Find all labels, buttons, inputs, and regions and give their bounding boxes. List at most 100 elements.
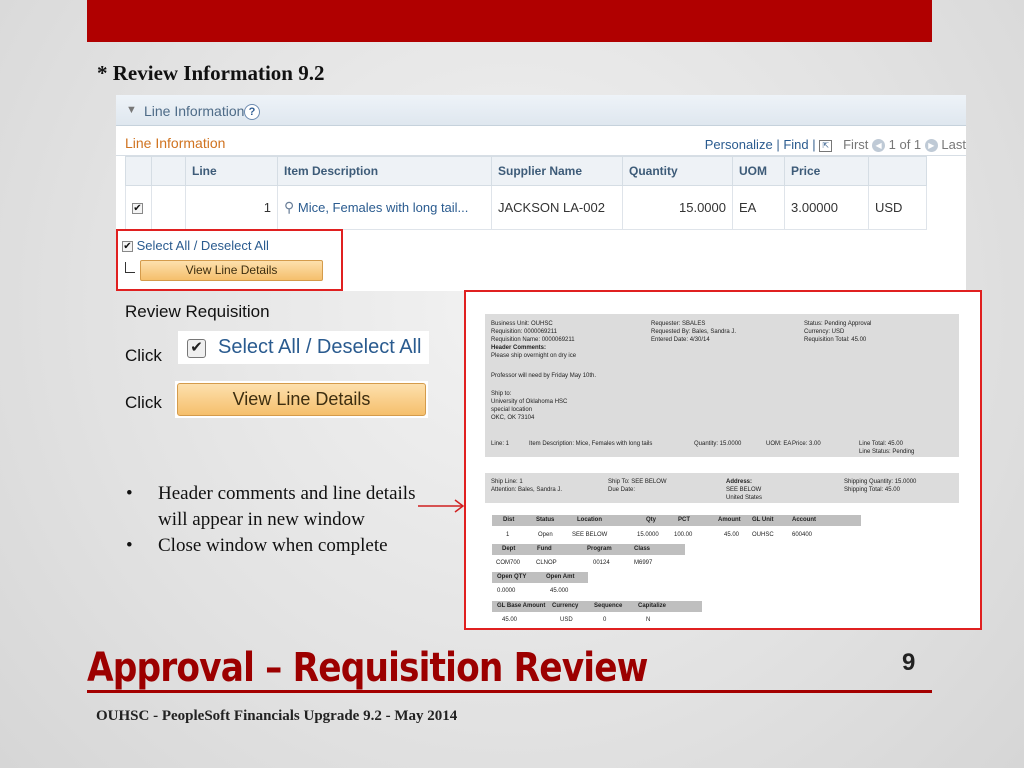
row-blank-cell <box>151 185 186 230</box>
ship-to-below: Ship To: SEE BELOW <box>608 479 667 485</box>
select-all-callout-link[interactable]: Select All / Deselect All <box>218 336 421 359</box>
address-line: SEE BELOW <box>726 487 762 493</box>
requisition-name: Requisition Name: 0000069211 <box>491 337 575 343</box>
dist-header: Account <box>792 517 816 523</box>
grid-toolbar: Line Information Personalize | Find | ⇱ … <box>116 132 966 156</box>
last-link[interactable]: Last <box>941 137 966 152</box>
grid-header-line[interactable]: Line <box>185 156 278 186</box>
chartfield-header: Class <box>634 546 651 552</box>
line-information-collapse-header[interactable]: ▼ Line Information ? <box>116 95 966 126</box>
collapse-triangle-icon[interactable]: ▼ <box>126 104 137 116</box>
row-line-cell: 1 <box>185 185 278 230</box>
slide-heading: * Review Information 9.2 <box>97 61 325 85</box>
line-grid: Line Item Description Supplier Name Quan… <box>125 156 927 230</box>
previous-arrow-icon[interactable]: ◀ <box>872 139 886 153</box>
dist-value: Open <box>538 532 553 538</box>
address-label: Address: <box>726 479 753 485</box>
line-total: Line Total: 45.00 <box>859 441 903 447</box>
grid-header-uom[interactable]: UOM <box>732 156 785 186</box>
open-header: Open QTY <box>497 574 527 580</box>
attention: Attention: Bales, Sandra J. <box>491 487 563 493</box>
grid-navigation: Personalize | Find | ⇱ First ◀ 1 of 1 ▶ … <box>705 137 966 153</box>
ship-to-line: University of Oklahoma HSC <box>491 399 568 405</box>
row-select-cell: ✔ <box>125 185 152 230</box>
base-value: N <box>646 617 651 623</box>
page-number: 9 <box>902 649 916 676</box>
requester: Requester: SBALES <box>651 321 706 327</box>
base-value: 45.00 <box>502 617 518 623</box>
grid-header-price[interactable]: Price <box>784 156 869 186</box>
top-banner <box>87 0 932 42</box>
item-description-link[interactable]: Mice, Females with long tail... <box>298 200 469 215</box>
ship-to-line: special location <box>491 407 533 413</box>
chartfield-value: M6997 <box>634 560 653 566</box>
next-arrow-icon[interactable]: ▶ <box>924 139 938 153</box>
row-price-cell: 3.00000 <box>784 185 869 230</box>
click-label: Click <box>125 393 162 412</box>
nav-separator: | <box>776 137 780 152</box>
row-item-description-cell: ⚲ Mice, Females with long tail... <box>277 185 492 230</box>
dist-value: 45.00 <box>724 532 740 538</box>
dist-value: 600400 <box>792 532 813 538</box>
requisition-status: Status: Pending Approval <box>804 321 872 327</box>
row-quantity-cell: 15.0000 <box>622 185 733 230</box>
view-line-details-callout-button[interactable]: View Line Details <box>177 383 426 416</box>
dist-header: Qty <box>646 517 657 523</box>
ship-line: Ship Line: 1 <box>491 479 523 485</box>
dist-header: GL Unit <box>752 517 774 523</box>
grid-header-row: Line Item Description Supplier Name Quan… <box>125 156 927 186</box>
dist-header: PCT <box>678 517 690 523</box>
ship-to-label: Ship to: <box>491 391 512 397</box>
bullet-list: • Header comments and line details will a… <box>126 481 426 559</box>
chartfield-header: Dept <box>502 546 516 552</box>
chartfield-value: 00124 <box>593 560 610 566</box>
grid-header-quantity[interactable]: Quantity <box>622 156 733 186</box>
line-details-report: Business Unit: OUHSC Requisition: 000006… <box>464 290 982 630</box>
line-uom: UOM: EA <box>766 441 792 447</box>
row-supplier-cell: JACKSON LA-002 <box>491 185 623 230</box>
ship-to-line: OKC, OK 73104 <box>491 415 535 421</box>
dist-value: 100.00 <box>674 532 693 538</box>
base-header: Currency <box>552 603 579 609</box>
row-uom-cell: EA <box>732 185 785 230</box>
help-icon[interactable]: ? <box>244 104 260 120</box>
bullet-icon: • <box>126 483 133 504</box>
grid-header-item-description[interactable]: Item Description <box>277 156 492 186</box>
select-all-callout-checkbox[interactable]: ✔ <box>187 339 206 358</box>
dist-header: Status <box>536 517 555 523</box>
header-comment: Please ship overnight on dry ice <box>491 353 577 359</box>
dist-header: Dist <box>503 517 515 523</box>
shipping-total: Shipping Total: 45.00 <box>844 487 900 493</box>
base-value: USD <box>560 617 573 623</box>
entered-date: Entered Date: 4/30/14 <box>651 337 710 343</box>
first-link[interactable]: First <box>843 137 868 152</box>
view-all-icon[interactable]: ⇱ <box>819 139 833 152</box>
requisition-total: Requisition Total: 45.00 <box>804 337 867 343</box>
grid-header-supplier-name[interactable]: Supplier Name <box>491 156 623 186</box>
line-quantity: Quantity: 15.0000 <box>694 441 742 447</box>
base-header: Sequence <box>594 603 623 609</box>
dist-header: Location <box>577 517 602 523</box>
dist-value: 15.0000 <box>637 532 659 538</box>
chartfield-value: CLNOP <box>536 560 557 566</box>
header-comments-label: Header Comments: <box>491 345 547 351</box>
view-line-details-callout: View Line Details <box>175 381 428 418</box>
collapse-title: Line Information <box>144 103 245 119</box>
item-details-icon[interactable]: ⚲ <box>284 199 294 215</box>
line-number: Line: 1 <box>491 441 510 447</box>
list-item: • Close window when complete <box>126 533 426 559</box>
address-line: United States <box>726 495 763 501</box>
personalize-link[interactable]: Personalize <box>705 137 773 152</box>
row-checkbox[interactable]: ✔ <box>132 203 143 215</box>
grid-header-blank <box>151 156 186 186</box>
bullet-text: Header comments and line details will ap… <box>158 483 416 530</box>
shipping-quantity: Shipping Quantity: 15.0000 <box>844 479 917 485</box>
review-requisition-label: Review Requisition <box>125 302 270 321</box>
find-link[interactable]: Find <box>783 137 808 152</box>
business-unit: Business Unit: OUHSC <box>491 321 553 327</box>
due-date: Due Date: <box>608 487 636 493</box>
dist-value: 1 <box>506 532 510 538</box>
dist-header: Amount <box>718 517 741 523</box>
base-header: Capitalize <box>638 603 667 609</box>
title-underline <box>87 690 932 693</box>
